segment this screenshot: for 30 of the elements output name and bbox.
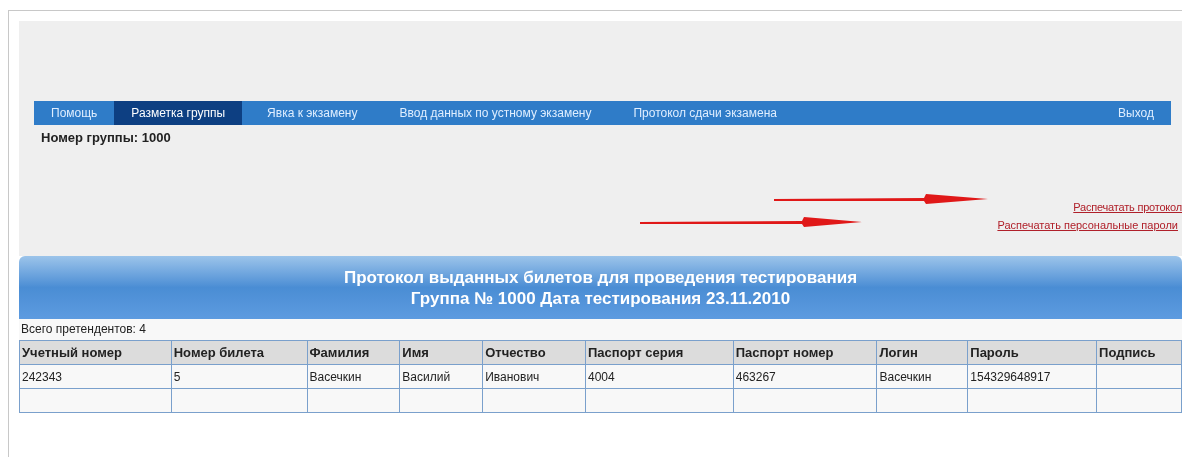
column-header: Номер билета: [171, 340, 307, 365]
column-header: Логин: [877, 340, 968, 365]
table-cell: 5: [171, 364, 307, 389]
column-header: Паспорт номер: [733, 340, 877, 365]
print-link[interactable]: Распечатать персональные пароли: [997, 215, 1178, 234]
column-header: Подпись: [1096, 340, 1182, 365]
nav-tab[interactable]: Разметка группы: [114, 101, 243, 125]
table-cell: Иванович: [482, 364, 586, 389]
table-title: Группа № 1000 Дата тестирования 23.11.2010: [409, 287, 792, 309]
column-header: Фамилия: [307, 340, 400, 365]
column-header: Учетный номер: [19, 340, 172, 365]
group-number: Номер группы: 1000: [40, 129, 172, 147]
table-cell: Васечкин: [307, 364, 400, 389]
column-header: Паспорт серия: [585, 340, 734, 365]
print-link[interactable]: Распечатать протокол: [1073, 197, 1182, 216]
nav-tab[interactable]: Ввод данных по устному экзамену: [382, 101, 609, 125]
table-cell: 463267: [733, 364, 877, 389]
table-cell: 242343: [19, 364, 172, 389]
nav-tab[interactable]: Выход: [1101, 101, 1171, 125]
total-count: Всего претендентов: 4: [19, 319, 1182, 340]
column-header: Имя: [399, 340, 483, 365]
table-cell: 4004: [585, 364, 734, 389]
column-header: Пароль: [967, 340, 1097, 365]
column-header: Отчество: [482, 340, 586, 365]
table-cell: 154329648917: [967, 364, 1097, 389]
table-title: Протокол выданных билетов для проведения тестирования: [343, 266, 858, 288]
table-cell: Васечкин: [877, 364, 968, 389]
nav-tab[interactable]: Явка к экзамену: [250, 101, 375, 125]
nav-tab[interactable]: Протокол сдачи экзамена: [616, 101, 794, 125]
nav-tab[interactable]: Помощь: [34, 101, 115, 125]
